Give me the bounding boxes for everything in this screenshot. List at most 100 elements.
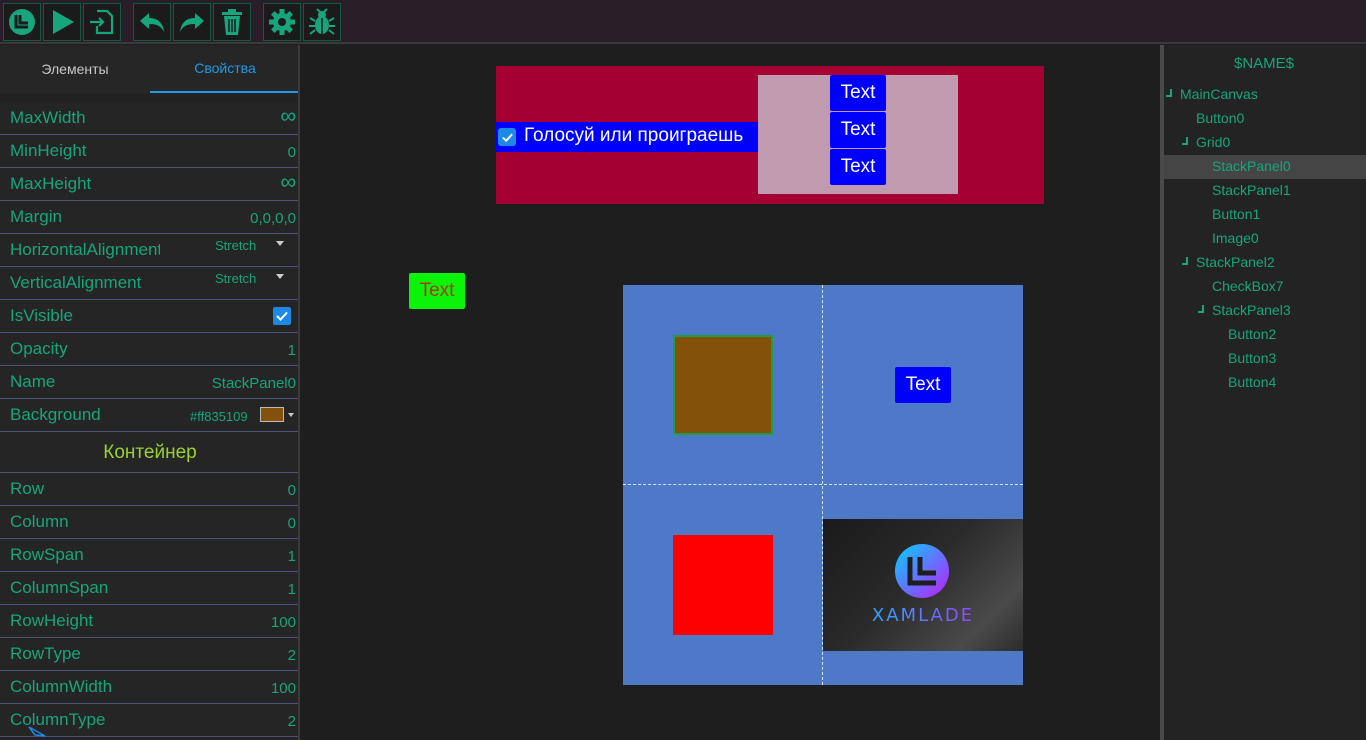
prop-row-vertical-alignment: VerticalAlignment Stretch (0, 267, 298, 300)
checkbox-box[interactable] (498, 128, 516, 146)
gear-icon (269, 9, 295, 35)
app-logo-icon (9, 9, 35, 35)
logo-text: XAMLADE (823, 605, 1023, 626)
prop-label: MaxWidth (10, 108, 86, 127)
logo-button[interactable] (3, 3, 41, 41)
debug-button[interactable] (303, 3, 341, 41)
prop-label: ColumnSpan (10, 578, 109, 597)
prop-value[interactable]: 1 (288, 581, 296, 598)
stackpanel1[interactable] (673, 535, 773, 635)
expand-toggle-icon[interactable] (1182, 257, 1188, 265)
undo-button[interactable] (133, 3, 171, 41)
prop-value[interactable]: 0 (288, 515, 296, 532)
prop-value[interactable]: StackPanel0 (212, 375, 296, 392)
undo-icon (140, 13, 164, 32)
button2[interactable]: Text (830, 75, 886, 111)
tree-node-stackpanel3[interactable]: StackPanel3 (1212, 302, 1291, 318)
grid-row-divider[interactable] (623, 484, 1023, 485)
prop-value[interactable]: 0 (288, 144, 296, 161)
prop-row-columnwidth: ColumnWidth 100 (0, 671, 298, 704)
chevron-down-icon (288, 413, 294, 417)
image0[interactable]: XAMLADE (823, 519, 1023, 651)
prop-value[interactable]: 2 (288, 713, 296, 730)
prop-row-isvisible: IsVisible (0, 300, 298, 333)
stackpanel0[interactable] (673, 335, 773, 435)
prop-label: HorizontalAlignment (10, 240, 160, 259)
tree-node-checkbox7[interactable]: CheckBox7 (1212, 278, 1284, 294)
run-button[interactable] (43, 3, 81, 41)
prop-value[interactable]: 0 (288, 482, 296, 499)
delete-button[interactable] (213, 3, 251, 41)
bug-icon (309, 8, 335, 35)
prop-label: ColumnWidth (10, 677, 113, 696)
prop-row-minheight: MinHeight 0 (0, 135, 298, 168)
tree-node-image0[interactable]: Image0 (1212, 230, 1259, 246)
check-icon (276, 311, 288, 321)
prop-value[interactable]: ∞ (280, 169, 296, 195)
prop-value[interactable]: 1 (288, 342, 296, 359)
prop-label: Opacity (10, 339, 68, 358)
horizontal-alignment-dropdown[interactable]: Stretch (215, 238, 256, 253)
redo-button[interactable] (173, 3, 211, 41)
prop-value[interactable]: 2 (288, 647, 296, 664)
tree-node-button1[interactable]: Button1 (1212, 206, 1260, 222)
design-canvas[interactable]: Голосуй или проиграешь Text Text Text Te… (302, 45, 1160, 740)
prop-row-name: Name StackPanel0 (0, 366, 298, 399)
element-tree-panel: $NAME$ MainCanvas Button0 Grid0 StackPanel0… (1164, 45, 1366, 740)
prop-label: MaxHeight (10, 174, 92, 193)
isvisible-checkbox[interactable] (273, 307, 291, 325)
color-swatch[interactable] (260, 407, 284, 422)
play-icon (53, 10, 74, 34)
prop-label: Name (10, 372, 56, 391)
stackpanel2[interactable]: Голосуй или проиграешь Text Text Text (496, 66, 1044, 204)
prop-value[interactable]: 1 (288, 548, 296, 565)
prop-label: Column (10, 512, 69, 531)
settings-button[interactable] (263, 3, 301, 41)
expand-toggle-icon[interactable] (1182, 137, 1188, 145)
tree-node-maincanvas[interactable]: MainCanvas (1180, 86, 1258, 102)
expand-toggle-icon[interactable] (1198, 305, 1204, 313)
grid0[interactable]: Text XAMLADE (623, 285, 1023, 685)
vertical-alignment-dropdown[interactable]: Stretch (215, 271, 256, 286)
tree-node-stackpanel1[interactable]: StackPanel1 (1212, 182, 1291, 198)
button4[interactable]: Text (830, 149, 886, 185)
xamlade-logo-icon (895, 544, 949, 598)
prop-label: VerticalAlignment (10, 273, 142, 292)
chevron-down-icon (276, 241, 284, 246)
mouse-cursor-icon (28, 726, 46, 737)
button1[interactable]: Text (895, 367, 951, 403)
checkbox-label: Голосуй или проиграешь (524, 125, 744, 146)
tree-node-button3[interactable]: Button3 (1228, 350, 1276, 366)
tree-node-button0[interactable]: Button0 (1196, 110, 1244, 126)
tab-properties[interactable]: Свойства (150, 45, 298, 93)
prop-value[interactable]: 100 (271, 614, 296, 631)
prop-label: RowSpan (10, 545, 84, 564)
tree-node-stackpanel0[interactable]: StackPanel0 (1212, 158, 1291, 174)
prop-label: Row (10, 479, 45, 498)
background-color-value[interactable]: #ff835109 (190, 409, 248, 424)
tree-node-button4[interactable]: Button4 (1228, 374, 1276, 390)
prop-value[interactable]: 0,0,0,0 (250, 210, 296, 227)
expand-toggle-icon[interactable] (1166, 89, 1172, 97)
trash-icon (222, 9, 242, 35)
tree-node-button2[interactable]: Button2 (1228, 326, 1276, 342)
redo-icon (180, 13, 204, 32)
export-button[interactable] (83, 3, 121, 41)
tree-node-stackpanel2[interactable]: StackPanel2 (1196, 254, 1275, 270)
button0[interactable]: Text (409, 273, 465, 309)
tab-elements[interactable]: Элементы (0, 45, 150, 93)
prop-label: Background (10, 405, 101, 424)
prop-row-rowtype: RowType 2 (0, 638, 298, 671)
prop-value[interactable]: 100 (271, 680, 296, 697)
stackpanel3[interactable]: Text Text Text (758, 75, 958, 194)
button3[interactable]: Text (830, 112, 886, 148)
tree-node-grid0[interactable]: Grid0 (1196, 134, 1230, 150)
prop-row-columnspan: ColumnSpan 1 (0, 572, 298, 605)
section-container: Контейнер (0, 433, 298, 473)
checkbox7[interactable]: Голосуй или проиграешь (496, 122, 758, 152)
prop-row-column: Column 0 (0, 506, 298, 539)
prop-label: IsVisible (10, 306, 73, 325)
prop-row-rowspan: RowSpan 1 (0, 539, 298, 572)
prop-row-maxheight: MaxHeight ∞ (0, 168, 298, 201)
prop-value[interactable]: ∞ (280, 103, 296, 129)
